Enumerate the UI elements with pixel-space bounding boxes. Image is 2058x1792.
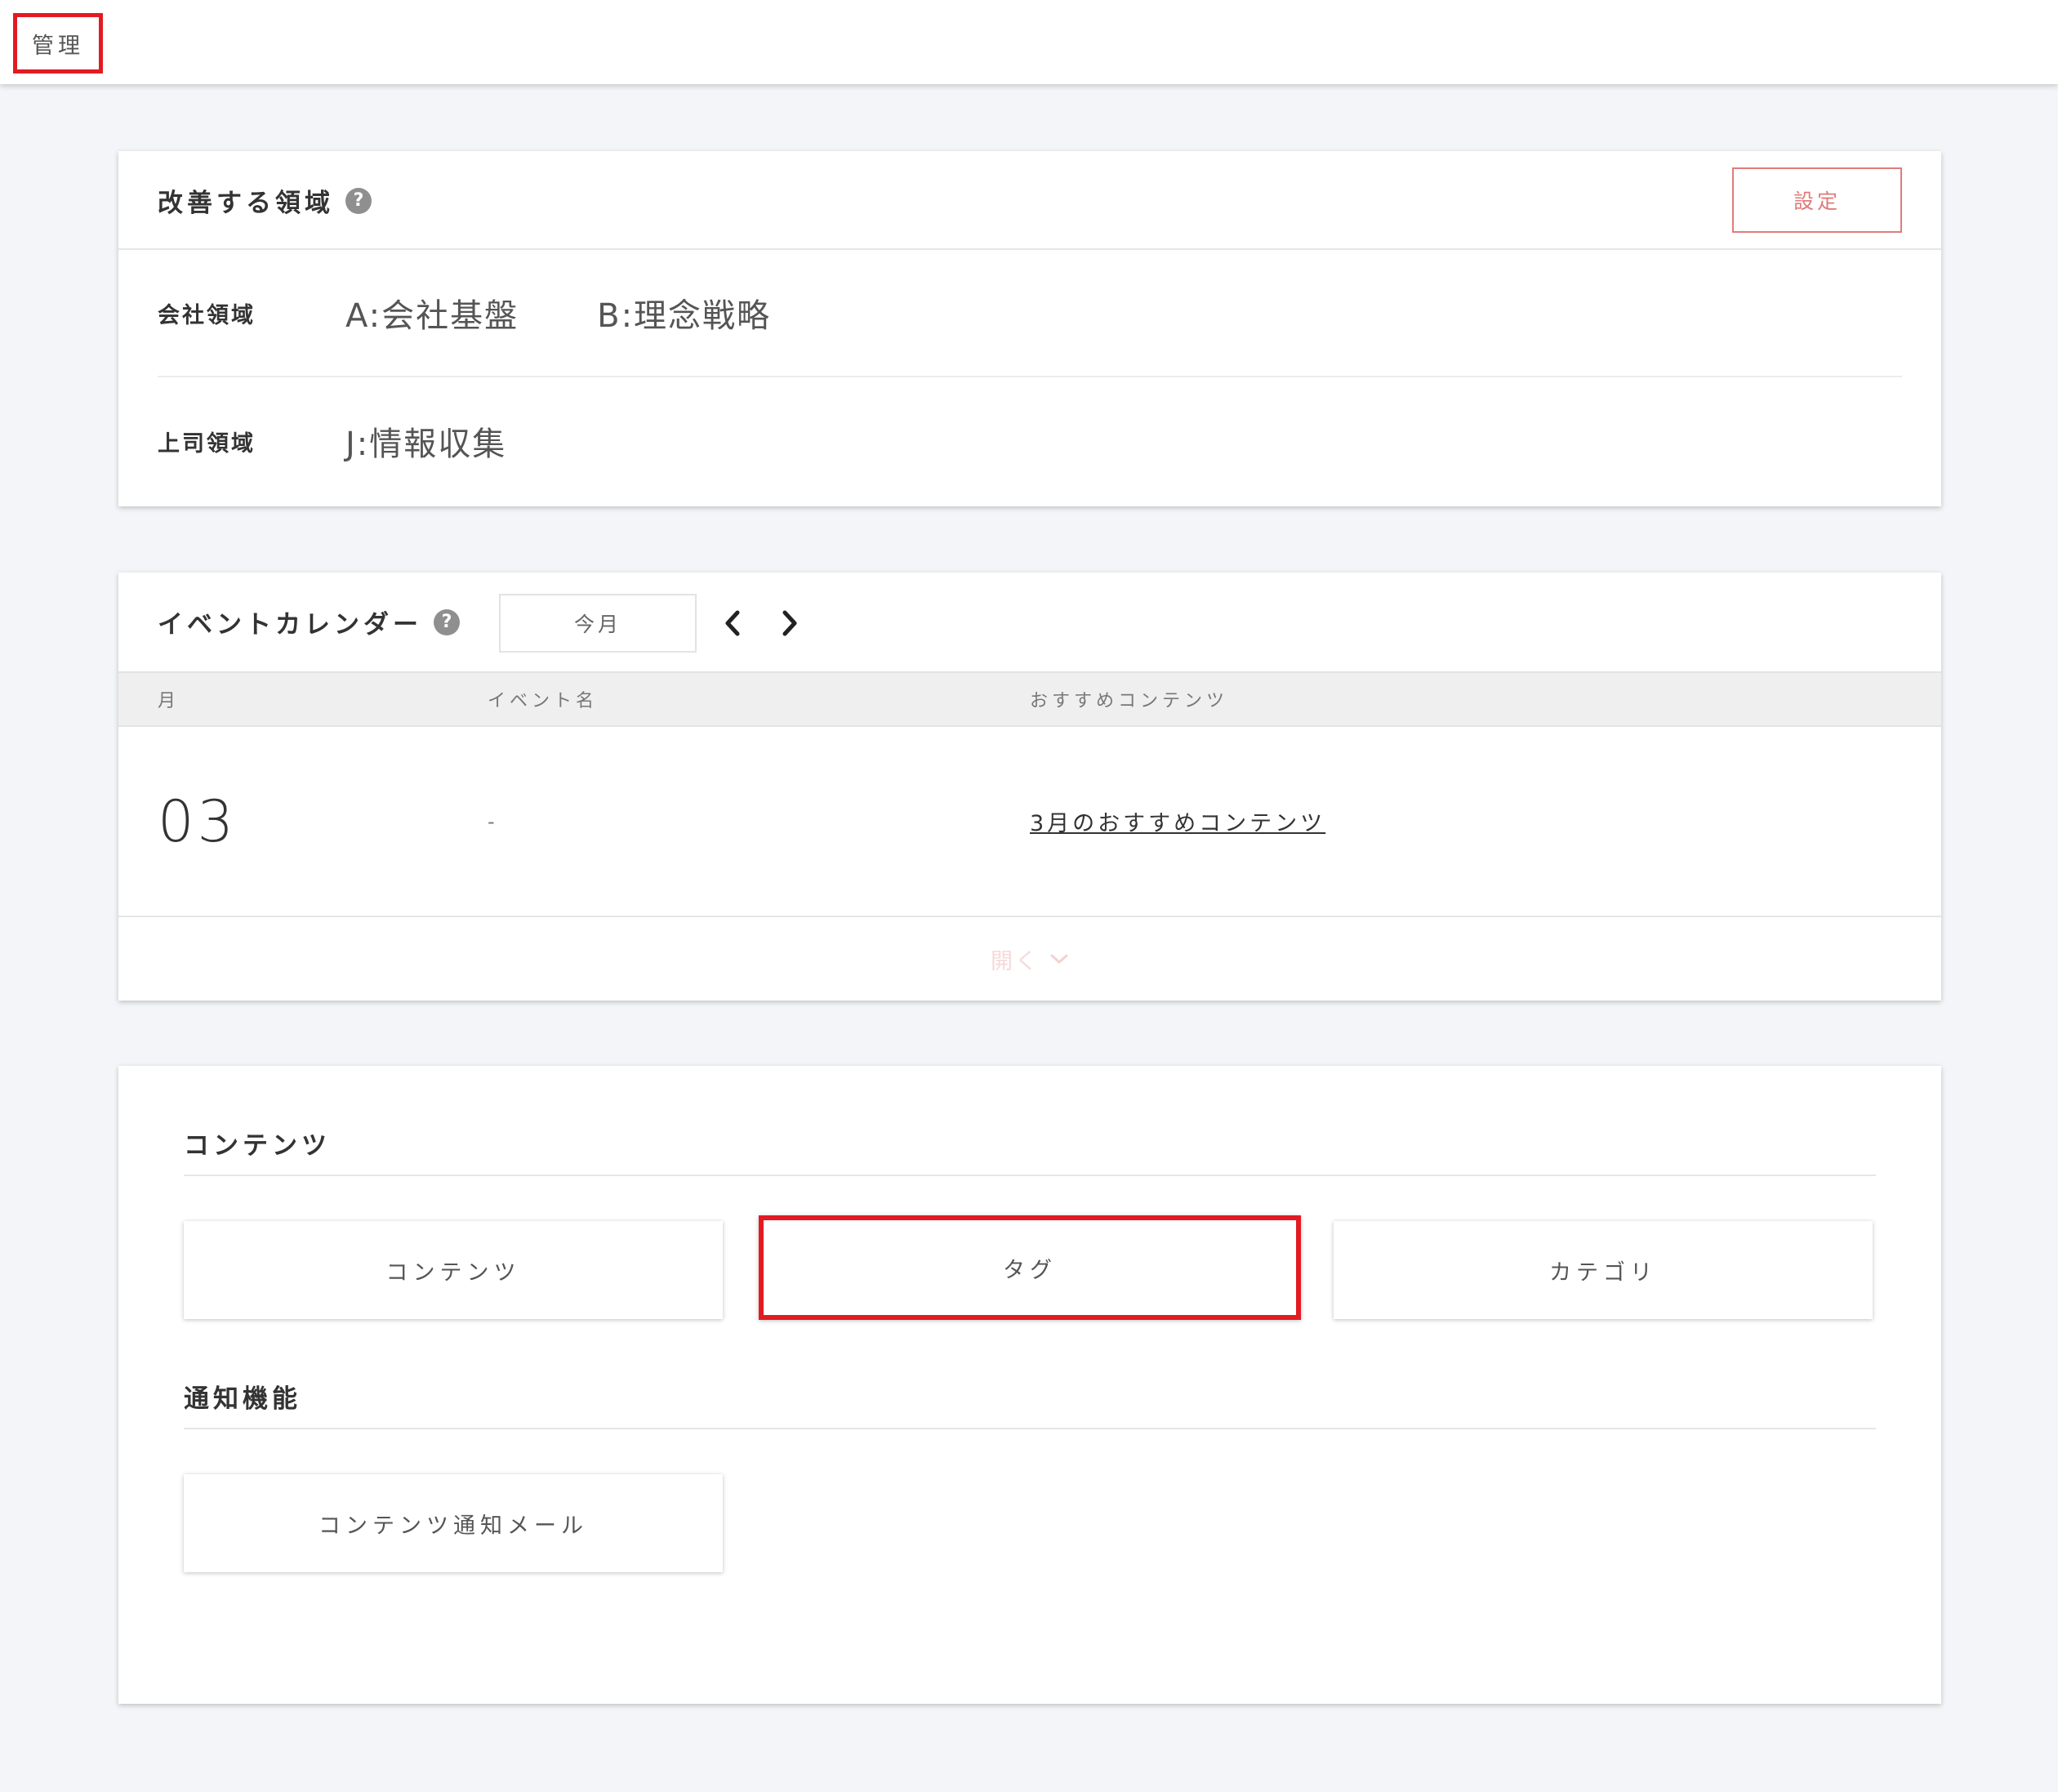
help-icon[interactable]: ? [434,608,460,635]
help-icon[interactable]: ? [345,187,372,214]
company-area-value: B:理念戦略 [597,297,772,335]
improvement-areas-card: 改善する領域 ? 設定 会社領域 A:会社基盤 B:理念戦略 上司領域 J:情報… [118,151,1941,506]
company-area-value: A:会社基盤 [345,297,519,335]
table-row: 03 - 3月のおすすめコンテンツ [118,727,1941,917]
boss-area-value: J:情報収集 [345,426,507,463]
column-header-content: おすすめコンテンツ [1030,691,1229,711]
company-area-label: 会社領域 [158,302,256,328]
chevron-right-icon[interactable] [772,604,808,643]
improvement-areas-title: 改善する領域 ? [158,151,372,250]
boss-area-row: 上司領域 J:情報収集 [158,377,1902,505]
event-calendar-title: イベントカレンダー ? [158,573,460,671]
expand-label: 開く [991,948,1040,974]
company-area-row: 会社領域 A:会社基盤 B:理念戦略 [158,250,1902,377]
column-header-event: イベント名 [488,691,599,711]
management-menu-card: コンテンツ コンテンツ タグ カテゴリ 通知機能 コンテンツ通知メール [118,1066,1941,1704]
calendar-table-header: 月 イベント名 おすすめコンテンツ [118,671,1941,727]
event-calendar-card: イベントカレンダー ? 今月 月 イベント名 おすすめコンテンツ 03 - 3月… [118,573,1941,1001]
page-title[interactable]: 管理 [13,13,103,74]
chevron-left-icon[interactable] [715,604,751,643]
recommended-content-link[interactable]: 3月のおすすめコンテンツ [1030,805,1325,837]
settings-button[interactable]: 設定 [1732,167,1902,233]
notify-section-title: 通知機能 [184,1364,1876,1429]
category-button[interactable]: カテゴリ [1334,1221,1873,1319]
chevron-down-icon [1049,952,1069,965]
expand-toggle[interactable]: 開く [118,917,1941,1001]
top-bar: 管理 [0,0,2058,84]
contents-notify-mail-button[interactable]: コンテンツ通知メール [184,1474,723,1572]
tag-button[interactable]: タグ [759,1215,1301,1320]
improvement-areas-title-text: 改善する領域 [158,189,334,218]
boss-area-label: 上司領域 [158,430,256,457]
this-month-button[interactable]: 今月 [499,594,697,653]
improvement-areas-header: 改善する領域 ? 設定 [118,151,1941,250]
content-cell: 3月のおすすめコンテンツ [1030,727,1325,916]
column-header-month: 月 [158,691,180,711]
event-cell: - [488,809,495,833]
contents-button[interactable]: コンテンツ [184,1221,723,1319]
month-cell: 03 [158,787,238,855]
event-calendar-title-text: イベントカレンダー [158,610,422,640]
contents-section-title: コンテンツ [184,1111,1876,1176]
event-calendar-header: イベントカレンダー ? 今月 [118,573,1941,671]
